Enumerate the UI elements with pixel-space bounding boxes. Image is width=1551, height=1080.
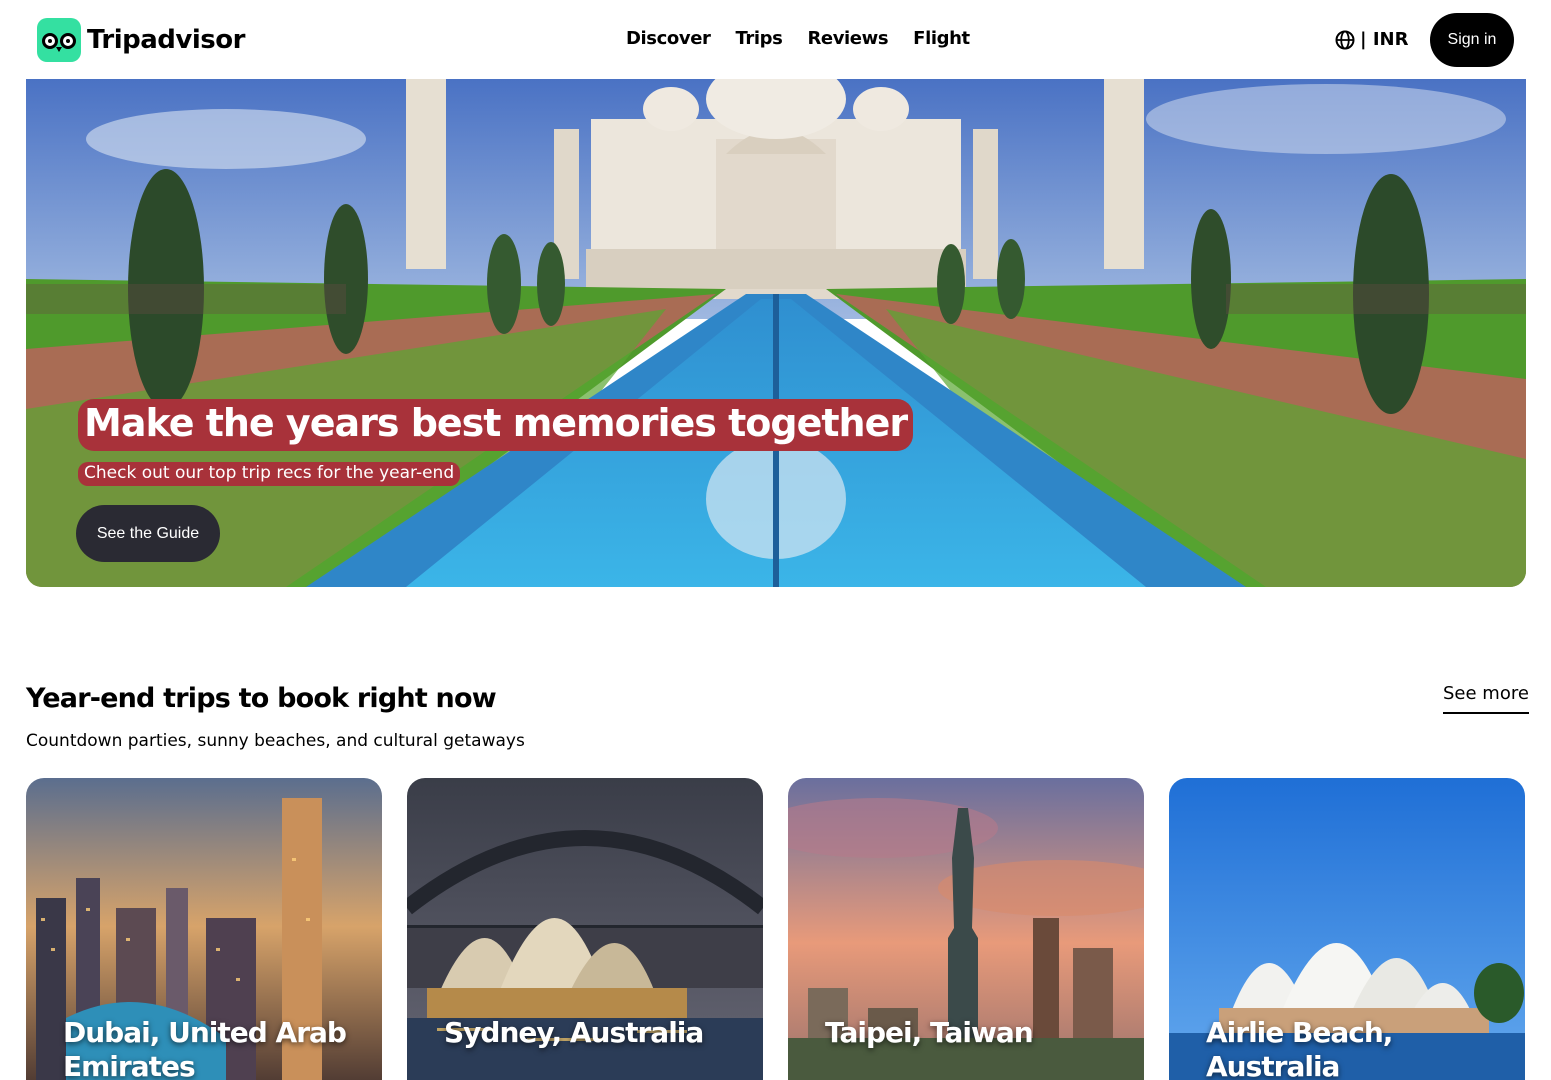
section-title: Year-end trips to book right now (26, 683, 497, 714)
trip-cards-row: Dubai, United Arab Emirates Sydney, Aust… (26, 778, 1526, 1080)
top-header: Tripadvisor Discover Trips Reviews Fligh… (0, 0, 1551, 79)
language-currency-selector[interactable]: | INR (1335, 29, 1408, 50)
trip-card-airlie-beach[interactable]: Airlie Beach, Australia (1169, 778, 1525, 1080)
sign-in-button[interactable]: Sign in (1430, 13, 1514, 67)
currency-label: | INR (1360, 29, 1409, 50)
trip-card-label: Taipei, Taiwan (825, 1016, 1034, 1049)
tripadvisor-logo[interactable]: Tripadvisor (37, 18, 245, 62)
nav-trips[interactable]: Trips (735, 28, 782, 49)
nav-flight[interactable]: Flight (913, 28, 970, 49)
see-more-link[interactable]: See more (1443, 683, 1529, 714)
main-nav: Discover Trips Reviews Flight (626, 28, 970, 49)
trip-card-sydney[interactable]: Sydney, Australia (407, 778, 763, 1080)
see-the-guide-button[interactable]: See the Guide (76, 505, 220, 562)
hero-subtitle: Check out our top trip recs for the year… (78, 462, 461, 486)
owl-logo-icon (37, 18, 81, 62)
trip-card-label: Dubai, United Arab Emirates (63, 1016, 347, 1080)
globe-icon (1335, 30, 1355, 49)
nav-reviews[interactable]: Reviews (807, 28, 888, 49)
brand-name: Tripadvisor (87, 25, 245, 55)
hero-title: Make the years best memories together (78, 399, 914, 451)
trip-card-dubai[interactable]: Dubai, United Arab Emirates (26, 778, 382, 1080)
trip-card-label: Airlie Beach, Australia (1206, 1016, 1393, 1080)
taj-mahal-hero-image (26, 79, 1526, 587)
hero-banner: Make the years best memories together Ch… (26, 79, 1526, 587)
trip-card-taipei[interactable]: Taipei, Taiwan (788, 778, 1144, 1080)
trip-card-label: Sydney, Australia (444, 1016, 704, 1049)
nav-discover[interactable]: Discover (626, 28, 711, 49)
section-subtitle: Countdown parties, sunny beaches, and cu… (26, 731, 525, 751)
